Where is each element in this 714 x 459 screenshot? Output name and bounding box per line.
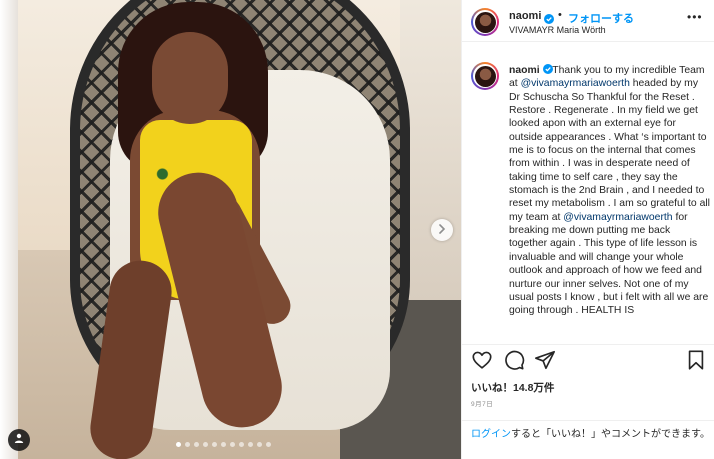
likes-count[interactable]: いいね！14.8万件 bbox=[471, 380, 554, 395]
carousel-dot bbox=[248, 442, 253, 447]
post-photo[interactable] bbox=[0, 0, 461, 459]
carousel-dot bbox=[239, 442, 244, 447]
mention-link[interactable]: @vivamayrmariawoerth bbox=[563, 212, 672, 223]
post-header: naomi • フォローする VIVAMAYR Maria Wörth ••• bbox=[462, 0, 714, 42]
carousel-dot bbox=[203, 442, 208, 447]
login-text: ログインすると「いいね！」やコメントができます。 bbox=[471, 428, 711, 441]
chevron-right-icon bbox=[437, 221, 447, 239]
user-tag-button[interactable] bbox=[8, 429, 30, 451]
carousel-dot bbox=[221, 442, 226, 447]
carousel-dot bbox=[266, 442, 271, 447]
mention-link[interactable]: @vivamayrmariawoerth bbox=[521, 78, 630, 89]
carousel-dot bbox=[194, 442, 199, 447]
heart-icon[interactable] bbox=[471, 349, 493, 371]
carousel-indicator bbox=[176, 442, 271, 447]
more-options-icon[interactable]: ••• bbox=[687, 10, 703, 24]
post-details-panel: naomi • フォローする VIVAMAYR Maria Wörth ••• … bbox=[461, 0, 714, 459]
carousel-dot bbox=[185, 442, 190, 447]
carousel-next-button[interactable] bbox=[431, 219, 453, 241]
verified-badge-icon bbox=[540, 64, 553, 74]
login-prompt: ログインすると「いいね！」やコメントができます。 bbox=[462, 420, 714, 459]
caption: naomi Thank you to my incredible Team at… bbox=[471, 62, 711, 345]
carousel-dot bbox=[230, 442, 235, 447]
comment-icon[interactable] bbox=[503, 349, 525, 371]
caption-avatar[interactable] bbox=[471, 62, 499, 90]
user-tag-icon bbox=[13, 431, 25, 449]
action-bar bbox=[462, 344, 714, 374]
caption-text: naomi Thank you to my incredible Team at… bbox=[509, 64, 711, 318]
avatar[interactable] bbox=[471, 8, 499, 36]
login-link[interactable]: ログイン bbox=[471, 429, 511, 440]
verified-badge-icon bbox=[544, 11, 554, 24]
person-face bbox=[152, 32, 228, 124]
caption-body: Thank you to my incredible Team at @viva… bbox=[509, 65, 710, 316]
caption-username[interactable]: naomi bbox=[509, 65, 540, 76]
location-link[interactable]: VIVAMAYR Maria Wörth bbox=[509, 25, 606, 35]
caption-segment: headed by my Dr Schuscha So Thankful for… bbox=[509, 78, 710, 223]
post-date: 9月7日 bbox=[471, 401, 494, 408]
carousel-dot bbox=[257, 442, 262, 447]
login-rest-text: すると「いいね！」やコメントができます。 bbox=[511, 429, 710, 440]
follow-button[interactable]: フォローする bbox=[568, 10, 634, 26]
carousel-dot bbox=[212, 442, 217, 447]
bookmark-icon[interactable] bbox=[685, 349, 707, 371]
share-icon[interactable] bbox=[534, 349, 556, 371]
photo-railing bbox=[0, 0, 18, 459]
carousel-dot bbox=[176, 442, 181, 447]
caption-segment: for breaking me down putting me back tog… bbox=[509, 211, 709, 317]
header-separator: • bbox=[558, 9, 562, 21]
header-username[interactable]: naomi bbox=[509, 10, 541, 22]
